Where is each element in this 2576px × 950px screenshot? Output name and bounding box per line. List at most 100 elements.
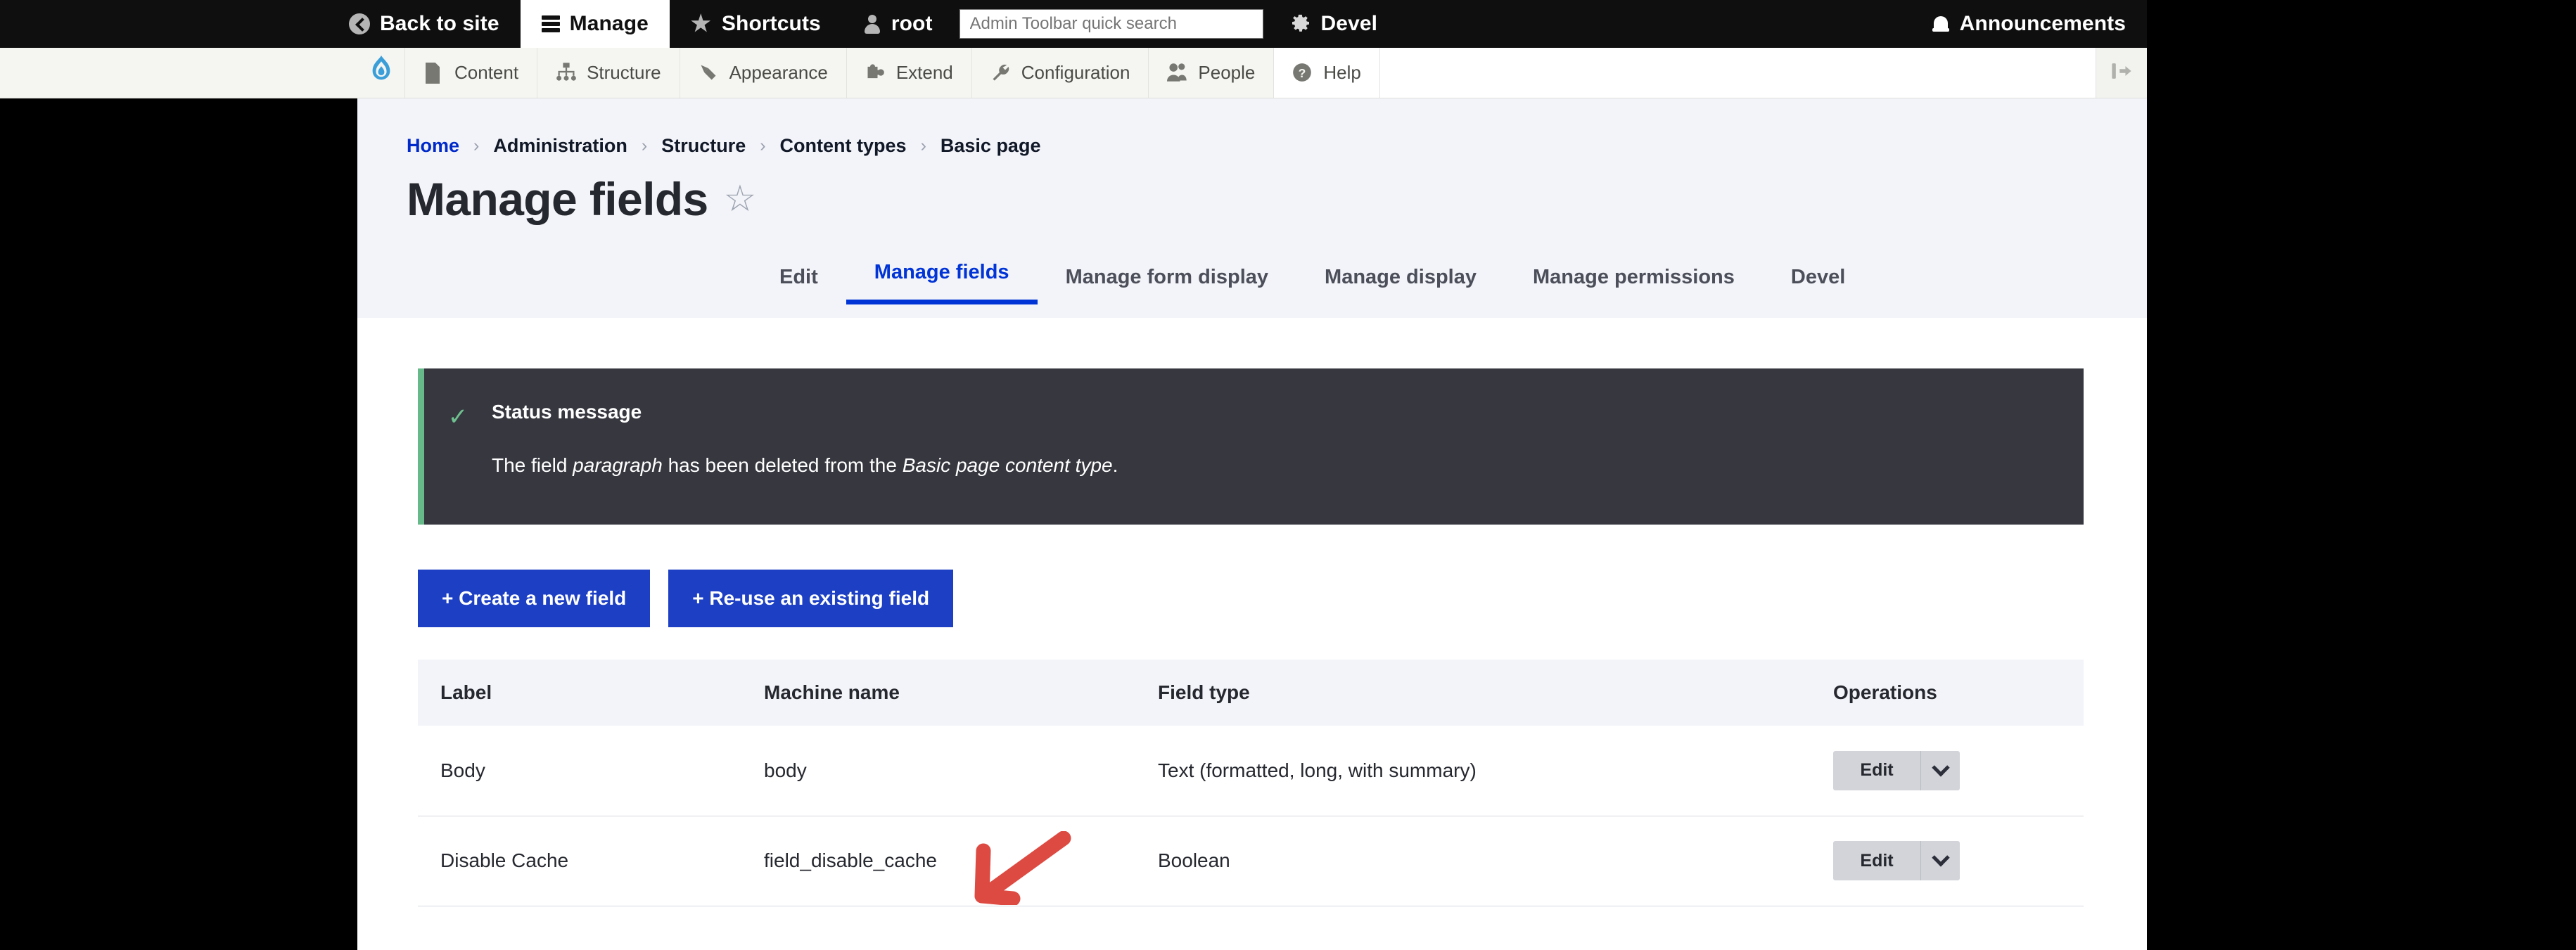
status-message-title: Status message [492,401,1118,423]
cell-field-type: Boolean [1135,816,1811,906]
field-actions: + Create a new field + Re-use an existin… [418,570,953,627]
operations-dropbutton[interactable]: Edit [1833,841,1960,880]
fields-table-head: Label Machine name Field type Operations [418,660,2084,726]
star-icon: ★ [691,13,712,34]
cell-machine-name: body [741,726,1135,816]
gear-icon [1290,13,1311,34]
admin-toolbar: Back to site Manage ★ Shortcuts root Dev… [0,0,2147,48]
menu-item-help[interactable]: ? Help [1274,48,1379,98]
tab-edit-label: Edit [779,266,818,288]
primary-tabs: Edit Manage fields Manage form display M… [357,244,2147,304]
column-header-machine-name: Machine name [741,660,1135,726]
back-to-site-label: Back to site [380,12,499,36]
menu-item-help-label: Help [1323,62,1360,84]
menu-item-structure-label: Structure [587,62,661,84]
user-icon [863,13,881,34]
menu-item-extend[interactable]: Extend [847,48,972,98]
drupal-drop-icon [369,56,393,90]
shortcuts-tab[interactable]: ★ Shortcuts [670,0,842,48]
menu-item-appearance-label: Appearance [729,62,828,84]
breadcrumb-item-content-types[interactable]: Content types [780,135,907,157]
fields-table-wrapper: Label Machine name Field type Operations… [418,660,2084,906]
breadcrumb: Home › Administration › Structure › Cont… [357,98,2147,157]
table-row: Disable Cache field_disable_cache Boolea… [418,816,2084,906]
paintbrush-icon [699,63,720,84]
menu-item-content-label: Content [454,62,518,84]
left-gutter [0,98,357,950]
tab-manage-permissions[interactable]: Manage permissions [1505,266,1763,304]
breadcrumb-separator: › [473,136,479,156]
column-header-label: Label [418,660,741,726]
create-new-field-button[interactable]: + Create a new field [418,570,650,627]
table-row: Body body Text (formatted, long, with su… [418,726,2084,816]
status-content-type: Basic page content type [903,454,1113,476]
menu-item-content[interactable]: Content [405,48,537,98]
tab-manage-form-display[interactable]: Manage form display [1038,266,1296,304]
admin-menu-bar: Content Structure Appearance Ext [0,48,2147,98]
menu-item-people[interactable]: People [1149,48,1274,98]
devel-label: Devel [1321,12,1378,36]
page-title-row: Manage fields ☆ [357,157,2147,226]
wrench-icon [990,63,1012,84]
menu-item-extend-label: Extend [896,62,953,84]
people-icon [1167,63,1188,84]
edit-button[interactable]: Edit [1833,751,1920,790]
column-header-operations: Operations [1811,660,2084,726]
cell-operations: Edit [1811,726,2084,816]
toolbar-spacer [1398,0,1911,48]
tab-manage-fields-label: Manage fields [874,261,1009,283]
svg-text:?: ? [1299,66,1306,80]
drupal-logo[interactable] [357,48,405,98]
breadcrumb-item-basic-page[interactable]: Basic page [941,135,1041,157]
breadcrumb-item-home[interactable]: Home [407,135,459,157]
edit-button[interactable]: Edit [1833,841,1920,880]
devel-tab[interactable]: Devel [1269,0,1399,48]
menu-item-people-label: People [1198,62,1255,84]
user-account-tab[interactable]: root [842,0,954,48]
bell-icon [1932,13,1950,34]
breadcrumb-item-administration[interactable]: Administration [493,135,627,157]
manage-tab[interactable]: Manage [521,0,670,48]
operations-toggle[interactable] [1920,841,1960,880]
page-title: Manage fields [407,172,708,226]
menu-item-appearance[interactable]: Appearance [680,48,847,98]
menu-item-structure[interactable]: Structure [537,48,680,98]
menu-bar-filler [1380,48,2096,98]
status-field-name: paragraph [573,454,663,476]
tab-edit[interactable]: Edit [751,266,846,304]
breadcrumb-item-structure[interactable]: Structure [661,135,746,157]
tab-manage-fields[interactable]: Manage fields [846,261,1038,304]
announcements-button[interactable]: Announcements [1911,0,2147,48]
menu-item-configuration[interactable]: Configuration [972,48,1149,98]
star-outline-icon[interactable]: ☆ [724,181,757,217]
back-to-site-button[interactable]: Back to site [0,0,521,48]
status-message: ✓ Status message The field paragraph has… [418,368,2084,525]
status-text-middle: has been deleted from the [663,454,903,476]
operations-toggle[interactable] [1920,751,1960,790]
check-icon: ✓ [424,368,492,525]
cell-label: Body [418,726,741,816]
status-message-body: Status message The field paragraph has b… [492,368,1118,525]
reuse-existing-field-button[interactable]: + Re-use an existing field [668,570,953,627]
cell-label: Disable Cache [418,816,741,906]
sitemap-icon [556,63,577,84]
operations-dropbutton[interactable]: Edit [1833,751,1960,790]
back-arrow-icon [349,13,370,34]
table-header-row: Label Machine name Field type Operations [418,660,2084,726]
admin-toolbar-search[interactable] [954,0,1269,48]
status-text-before: The field [492,454,573,476]
right-gutter [2147,0,2576,950]
cell-field-type: Text (formatted, long, with summary) [1135,726,1811,816]
hamburger-icon [542,15,560,32]
toolbar-orientation-icon [2110,60,2134,85]
main-content: ✓ Status message The field paragraph has… [357,318,2147,950]
tab-devel-label: Devel [1791,266,1845,288]
tab-devel[interactable]: Devel [1763,266,1873,304]
toolbar-orientation-toggle[interactable] [2096,48,2147,98]
column-header-field-type: Field type [1135,660,1811,726]
tab-manage-display[interactable]: Manage display [1296,266,1505,304]
breadcrumb-separator: › [760,136,765,156]
page-header-region: Home › Administration › Structure › Cont… [357,98,2147,318]
search-input[interactable] [959,9,1263,39]
breadcrumb-separator: › [921,136,926,156]
